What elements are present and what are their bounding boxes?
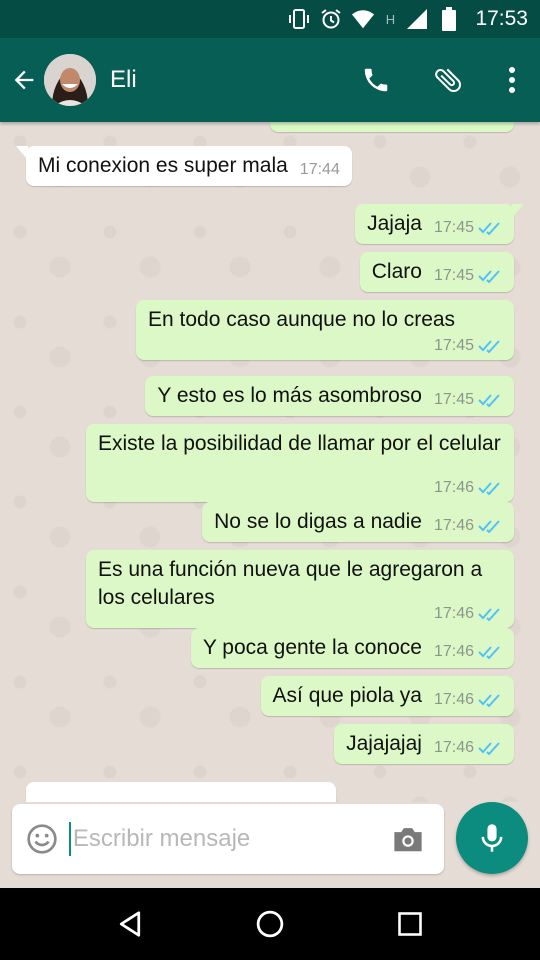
- nav-recents-button[interactable]: [380, 894, 440, 954]
- back-arrow-icon: [14, 70, 34, 90]
- status-time: 17:53: [475, 7, 528, 30]
- camera-button[interactable]: [383, 808, 434, 870]
- chat-header: Eli: [0, 38, 540, 122]
- attach-icon: [435, 68, 461, 93]
- message-time: 17:46: [433, 479, 474, 496]
- read-ticks-icon: [478, 340, 500, 353]
- bubble-tail: [16, 146, 28, 160]
- back-button[interactable]: [4, 50, 44, 110]
- message-text: Existe la posibilidad de llamar por el c…: [98, 432, 501, 455]
- vibrate-icon: [287, 7, 311, 31]
- message-bubble-partial: [26, 782, 336, 802]
- message-text: Claro: [371, 260, 422, 283]
- message-text: Y poca gente la conoce: [202, 636, 422, 659]
- call-button[interactable]: [340, 45, 412, 115]
- more-options-button[interactable]: [484, 45, 540, 115]
- alarm-icon: [319, 7, 343, 31]
- message-meta: 17:46: [434, 518, 502, 534]
- message-time: 17:44: [299, 161, 340, 178]
- camera-icon: [394, 828, 423, 852]
- message-meta: 17:46: [434, 692, 502, 708]
- read-ticks-icon: [478, 520, 500, 533]
- message-meta: 17:46: [434, 644, 502, 660]
- message-text: En todo caso aunque no lo creas: [148, 308, 456, 331]
- nav-home-button[interactable]: [240, 894, 300, 954]
- message-text: Y esto es lo más asombroso: [157, 384, 422, 407]
- message-bubble[interactable]: Y esto es lo más asombroso 17:45: [145, 376, 514, 416]
- read-ticks-icon: [478, 742, 500, 755]
- message-meta: 17:46: [434, 480, 502, 496]
- message-text: Jajaja: [367, 212, 422, 235]
- message-time: 17:46: [433, 643, 474, 660]
- battery-icon: [437, 7, 461, 31]
- read-ticks-icon: [478, 394, 500, 407]
- message-meta: 17:46: [434, 606, 502, 622]
- more-vert-icon: [509, 67, 515, 93]
- message-composer: [12, 804, 444, 874]
- message-time: 17:45: [433, 337, 474, 354]
- message-bubble[interactable]: Jajajajaj 17:46: [334, 724, 514, 764]
- message-meta: 17:45: [434, 338, 502, 354]
- message-time: 17:46: [433, 517, 474, 534]
- read-ticks-icon: [478, 270, 500, 283]
- message-text: Mi conexion es super mala: [38, 154, 288, 177]
- message-meta: 17:46: [434, 740, 502, 756]
- status-bar: H 17:53: [0, 0, 540, 38]
- message-time: 17:46: [433, 605, 474, 622]
- chat-area[interactable]: Mi conexion es super mala 17:44 Jajaja 1…: [0, 122, 540, 802]
- mic-icon: [481, 824, 503, 852]
- message-bubble[interactable]: En todo caso aunque no lo creas 17:45: [136, 300, 514, 360]
- message-time: 17:45: [433, 219, 474, 236]
- system-nav-bar: [0, 888, 540, 960]
- mic-button[interactable]: [456, 802, 528, 874]
- message-time: 17:46: [433, 691, 474, 708]
- message-meta: 17:45: [434, 220, 502, 236]
- message-time: 17:46: [433, 739, 474, 756]
- message-time: 17:45: [433, 267, 474, 284]
- message-bubble[interactable]: Claro 17:45: [359, 252, 514, 292]
- emoji-icon: [27, 824, 58, 854]
- message-meta: 17:44: [300, 162, 340, 178]
- message-bubble[interactable]: Así que piola ya 17:46: [260, 676, 514, 716]
- home-circle-icon: [256, 910, 284, 938]
- recents-square-icon: [398, 912, 422, 936]
- nav-back-button[interactable]: [100, 894, 160, 954]
- message-bubble[interactable]: Y poca gente la conoce 17:46: [190, 628, 514, 668]
- read-ticks-icon: [478, 608, 500, 621]
- network-type-label: H: [385, 11, 396, 27]
- contact-name[interactable]: Eli: [110, 66, 340, 94]
- message-input[interactable]: [68, 822, 383, 856]
- message-bubble-partial: [270, 122, 514, 132]
- message-bubble[interactable]: No se lo digas a nadie 17:46: [202, 502, 514, 542]
- message-bubble[interactable]: Existe la posibilidad de llamar por el c…: [86, 424, 514, 502]
- message-text: No se lo digas a nadie: [214, 510, 422, 533]
- read-ticks-icon: [478, 646, 500, 659]
- message-meta: 17:45: [434, 268, 502, 284]
- emoji-button[interactable]: [16, 808, 69, 870]
- message-text: Es una función nueva que le agregaron a …: [98, 558, 483, 609]
- message-text: Así que piola ya: [272, 684, 422, 707]
- read-ticks-icon: [478, 694, 500, 707]
- avatar[interactable]: [44, 54, 96, 106]
- wifi-icon: [351, 7, 375, 31]
- message-bubble[interactable]: Es una función nueva que le agregaron a …: [86, 550, 514, 628]
- signal-icon: [405, 7, 429, 31]
- message-time: 17:45: [433, 391, 474, 408]
- read-ticks-icon: [478, 482, 500, 495]
- back-triangle-icon: [119, 911, 141, 937]
- message-bubble[interactable]: Jajaja 17:45: [355, 204, 524, 244]
- attach-button[interactable]: [412, 45, 484, 115]
- phone-icon: [364, 68, 388, 92]
- read-ticks-icon: [478, 222, 500, 235]
- message-bubble[interactable]: Mi conexion es super mala 17:44: [16, 146, 352, 186]
- message-text: Jajajajaj: [346, 732, 422, 755]
- bubble-tail: [512, 204, 524, 218]
- message-meta: 17:45: [434, 392, 502, 408]
